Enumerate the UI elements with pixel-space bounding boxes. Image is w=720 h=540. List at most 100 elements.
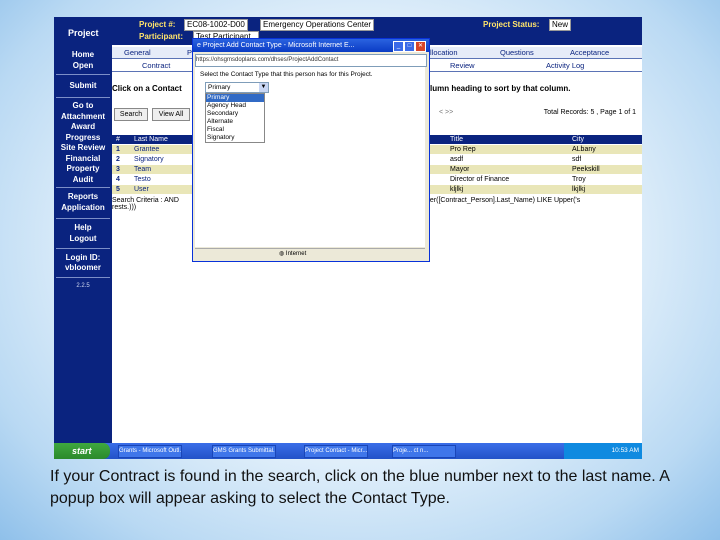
option-secondary[interactable]: Secondary: [206, 110, 264, 118]
popup-titlebar: e Project Add Contact Type - Microsoft I…: [193, 39, 429, 52]
tab-activity-log[interactable]: Activity Log: [546, 61, 584, 70]
popup-prompt: Select the Contact Type that this person…: [200, 71, 373, 78]
nav-group-goto: Go to Attachment Award Progress Site Rev…: [54, 101, 112, 185]
view-all-button[interactable]: View All: [152, 108, 190, 121]
tab-acceptance[interactable]: Acceptance: [570, 48, 609, 57]
windows-taskbar: start Grants - Microsoft Outl... GMS Gra…: [54, 443, 642, 459]
left-nav: Home Open Submit Go to Attachment Award …: [54, 45, 112, 447]
row-title: kljlkj: [450, 186, 464, 193]
popup-statusbar: ◍ Internet: [195, 248, 425, 259]
nav-home[interactable]: Home: [54, 50, 112, 61]
nav-goto-label: Go to: [72, 101, 94, 110]
tab-general[interactable]: General: [124, 48, 151, 57]
row-title: Director of Finance: [450, 176, 510, 183]
row-last-name: User: [134, 186, 149, 193]
nav-divider: [56, 187, 110, 188]
row-number-link[interactable]: 1: [116, 145, 120, 154]
project-status-label: Project Status:: [483, 20, 540, 29]
popup-status-text: Internet: [285, 251, 307, 257]
nav-award[interactable]: Award: [54, 122, 112, 133]
col-last-name[interactable]: Last Name: [134, 135, 168, 144]
row-city: lkjlkj: [572, 186, 586, 193]
contact-type-selected: Primary: [208, 84, 231, 91]
col-title[interactable]: Title: [450, 135, 463, 144]
pager-controls[interactable]: < >>: [439, 109, 453, 116]
slide-caption: If your Contract is found in the search,…: [50, 468, 670, 507]
close-icon[interactable]: ✕: [415, 41, 426, 52]
col-city[interactable]: City: [572, 135, 584, 144]
screenshot-frame: Project Project #: EC08-1002-D00 Emergen…: [54, 17, 642, 459]
nav-site-review[interactable]: Site Review: [54, 143, 112, 154]
nav-application[interactable]: Application: [54, 203, 112, 214]
row-number-link[interactable]: 3: [116, 165, 120, 174]
total-records: Total Records: 5 , Page 1 of 1: [543, 109, 636, 116]
login-id-label: Login ID:: [65, 253, 101, 262]
nav-group-reports[interactable]: Reports Application: [54, 192, 112, 213]
instruction-text-right: lumn heading to sort by that column.: [430, 84, 571, 93]
option-signatory[interactable]: Signatory: [206, 134, 264, 142]
chevron-down-icon[interactable]: ▼: [259, 83, 268, 92]
taskbar-item-gms-grants[interactable]: GMS Grants Submittal...: [212, 445, 276, 458]
taskbar-item-project-contact-type[interactable]: Proje... ct n...: [392, 445, 456, 458]
nav-audit[interactable]: Audit: [54, 175, 112, 186]
nav-open[interactable]: Open: [54, 61, 112, 72]
row-number-link[interactable]: 2: [116, 155, 120, 164]
nav-group-help[interactable]: Help Logout: [54, 223, 112, 244]
taskbar-item-project-contact[interactable]: Project Contact - Micr...: [304, 445, 368, 458]
nav-property[interactable]: Property: [54, 164, 112, 175]
option-agency-head[interactable]: Agency Head: [206, 102, 264, 110]
minimize-icon[interactable]: _: [393, 41, 404, 52]
contact-type-select[interactable]: Primary ▼: [205, 82, 269, 93]
nav-reports[interactable]: Reports: [54, 192, 112, 203]
tab-contract[interactable]: Contract: [142, 61, 170, 70]
nav-divider: [56, 74, 110, 75]
search-criteria-line2: rests.))): [112, 204, 137, 211]
maximize-icon[interactable]: □: [404, 41, 415, 52]
row-city: ALbany: [572, 146, 596, 153]
row-last-name: Testo: [134, 176, 151, 183]
option-primary[interactable]: Primary: [206, 94, 264, 102]
start-button[interactable]: start: [54, 443, 110, 459]
search-criteria-right: per([Contract_Person].Last_Name) LIKE Up…: [426, 197, 581, 204]
option-fiscal[interactable]: Fiscal: [206, 126, 264, 134]
system-tray: 10:53 AM: [564, 443, 642, 459]
row-number-link[interactable]: 4: [116, 175, 120, 184]
nav-financial[interactable]: Financial: [54, 154, 112, 165]
tab-questions[interactable]: Questions: [500, 48, 534, 57]
participant-label: Participant:: [139, 32, 184, 41]
nav-logout[interactable]: Logout: [54, 234, 112, 245]
nav-divider: [56, 277, 110, 278]
row-city: sdf: [572, 156, 582, 163]
nav-submit[interactable]: Submit: [54, 81, 112, 92]
row-number-link[interactable]: 5: [116, 185, 120, 194]
row-title: Pro Rep: [450, 146, 476, 153]
instruction-text: Click on a Contact: [112, 84, 182, 93]
nav-group-home[interactable]: Home Open: [54, 50, 112, 71]
row-city: Troy: [572, 176, 586, 183]
popup-address-bar[interactable]: https://ohsgmsdoplans.com/dhses/ProjectA…: [195, 54, 427, 67]
nav-help[interactable]: Help: [54, 223, 112, 234]
contact-type-options: Primary Agency Head Secondary Alternate …: [205, 93, 265, 143]
project-number-label: Project #:: [139, 20, 176, 29]
nav-group-submit[interactable]: Submit: [54, 81, 112, 92]
col-number[interactable]: #: [116, 135, 120, 144]
version-label: 2.2.5: [76, 283, 90, 289]
nav-attachment[interactable]: Attachment: [54, 112, 112, 123]
popup-body: Select the Contact Type that this person…: [195, 67, 425, 247]
popup-title: Project Add Contact Type - Microsoft Int…: [202, 42, 355, 49]
option-alternate[interactable]: Alternate: [206, 118, 264, 126]
project-status-value: New: [549, 19, 572, 31]
add-contact-type-popup: e Project Add Contact Type - Microsoft I…: [192, 38, 430, 262]
row-last-name: Team: [134, 166, 152, 173]
search-button[interactable]: Search: [114, 108, 148, 121]
nav-divider: [56, 97, 110, 98]
row-title: asdf: [450, 156, 464, 163]
taskbar-item-outlook[interactable]: Grants - Microsoft Outl...: [118, 445, 182, 458]
nav-progress[interactable]: Progress: [54, 133, 112, 144]
search-criteria-line1: Search Criteria : AND: [112, 197, 179, 204]
clock: 10:53 AM: [611, 447, 639, 454]
project-number-value: EC08-1002-D00: [184, 19, 248, 31]
login-info: Login ID: vbloomer: [54, 253, 112, 273]
header-project-label: Project: [68, 28, 99, 38]
tab-review[interactable]: Review: [450, 61, 475, 70]
